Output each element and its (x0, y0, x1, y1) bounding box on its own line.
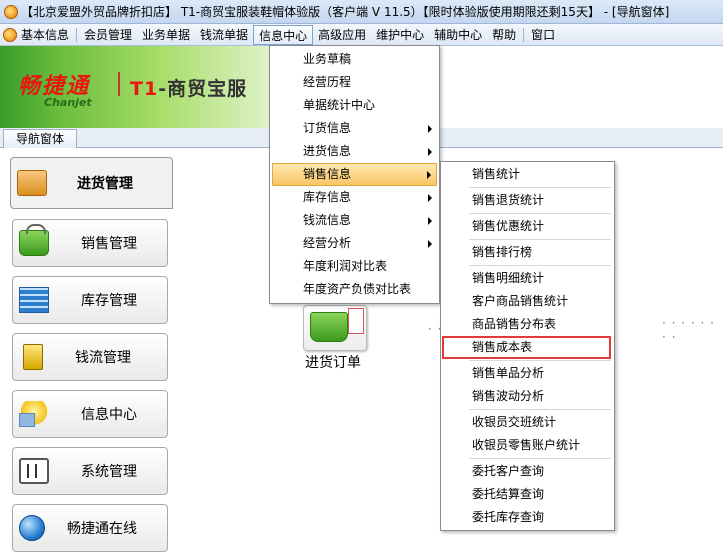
menu-separator (469, 458, 611, 459)
submenu-item-customer-product-sales[interactable]: 客户商品销售统计 (441, 290, 614, 313)
submenu-item-cashier-retail-account-stats[interactable]: 收银员零售账户统计 (441, 434, 614, 457)
cart-icon (17, 170, 47, 196)
menu-cashflow-documents[interactable]: 钱流单据 (195, 25, 253, 45)
submenu-item-sales-fluctuation-analysis[interactable]: 销售波动分析 (441, 385, 614, 408)
menu-separator (469, 265, 611, 266)
app-icon (4, 4, 18, 19)
submenu-arrow-icon (428, 240, 432, 248)
app-menu-icon (3, 27, 17, 42)
sales-info-submenu: 销售统计 销售退货统计 销售优惠统计 销售排行榜 销售明细统计 客户商品销售统计… (440, 161, 615, 531)
tab-navigation-window[interactable]: 导航窗体 (3, 129, 78, 148)
inventory-grid-icon (19, 287, 49, 313)
submenu-arrow-icon (428, 125, 432, 133)
menu-member-management[interactable]: 会员管理 (79, 25, 137, 45)
submenu-item-sales-discount-stats[interactable]: 销售优惠统计 (441, 215, 614, 238)
menu-separator (76, 27, 78, 42)
menu-item-inventory-info[interactable]: 库存信息 (270, 186, 439, 209)
menu-separator (469, 409, 611, 410)
submenu-item-sales-detail-stats[interactable]: 销售明细统计 (441, 267, 614, 290)
submenu-arrow-icon (428, 194, 432, 202)
nav-purchase-management[interactable]: 进货管理 (10, 157, 173, 209)
menu-item-purchase-info[interactable]: 进货信息 (270, 140, 439, 163)
submenu-item-consignment-inventory-query[interactable]: 委托库存查询 (441, 506, 614, 529)
globe-icon (19, 515, 45, 541)
submenu-arrow-icon (428, 148, 432, 156)
menu-window[interactable]: 窗口 (526, 25, 560, 45)
logo-divider (118, 72, 120, 96)
menu-item-operation-history[interactable]: 经营历程 (270, 71, 439, 94)
submenu-item-sales-ranking[interactable]: 销售排行榜 (441, 241, 614, 264)
chanjet-logo: 畅捷通 Chanjet (18, 68, 92, 109)
menu-separator (469, 187, 611, 188)
product-name: T1-商贸宝服 (130, 78, 248, 100)
submenu-arrow-icon (428, 217, 432, 225)
submenu-item-single-product-analysis[interactable]: 销售单品分析 (441, 362, 614, 385)
basket-icon (19, 224, 49, 256)
menu-item-business-analysis[interactable]: 经营分析 (270, 232, 439, 255)
purchase-order-shortcut[interactable] (303, 305, 367, 351)
menu-business-documents[interactable]: 业务单据 (137, 25, 195, 45)
submenu-item-consignment-customer-query[interactable]: 委托客户查询 (441, 460, 614, 483)
menu-separator (469, 239, 611, 240)
menu-maintenance[interactable]: 维护中心 (371, 25, 429, 45)
info-center-menu: 业务草稿 经营历程 单据统计中心 订货信息 进货信息 销售信息 库存信息 钱流信… (269, 45, 440, 304)
menu-separator (469, 360, 611, 361)
menu-item-document-stats-center[interactable]: 单据统计中心 (270, 94, 439, 117)
document-icon (348, 308, 364, 334)
basket-icon (310, 312, 348, 342)
submenu-item-product-sales-distribution[interactable]: 商品销售分布表 (441, 313, 614, 336)
nav-info-center[interactable]: 信息中心 (12, 390, 168, 438)
window-title-bar: 【北京爱盟外贸品牌折扣店】 T1-商贸宝服装鞋帽体验版（客户端 V 11.5）【… (0, 0, 723, 24)
nav-sales-management[interactable]: 销售管理 (12, 219, 168, 267)
nav-cashflow-management[interactable]: 钱流管理 (12, 333, 168, 381)
menu-advanced[interactable]: 高级应用 (313, 25, 371, 45)
menu-help[interactable]: 帮助 (487, 25, 521, 45)
submenu-arrow-icon (427, 171, 431, 179)
menu-item-annual-balance-comparison[interactable]: 年度资产负债对比表 (270, 278, 439, 301)
menu-item-business-drafts[interactable]: 业务草稿 (270, 48, 439, 71)
menu-separator (523, 27, 525, 42)
system-settings-icon (19, 458, 49, 484)
submenu-item-sales-cost-table[interactable]: 销售成本表 (442, 336, 611, 359)
menu-item-annual-profit-comparison[interactable]: 年度利润对比表 (270, 255, 439, 278)
nav-inventory-management[interactable]: 库存管理 (12, 276, 168, 324)
left-navigation: 进货管理 销售管理 库存管理 钱流管理 信息中心 系统管理 畅捷通在线 (10, 157, 173, 552)
flow-connector: · · · · · · · · (662, 316, 715, 344)
submenu-item-cashier-shift-stats[interactable]: 收银员交班统计 (441, 411, 614, 434)
submenu-item-consignment-settlement-query[interactable]: 委托结算查询 (441, 483, 614, 506)
purchase-order-label: 进货订单 (305, 355, 361, 371)
nav-chanjet-online[interactable]: 畅捷通在线 (12, 504, 168, 552)
menu-basic-info[interactable]: 基本信息 (0, 25, 74, 45)
cash-icon (23, 344, 43, 370)
window-title: 【北京爱盟外贸品牌折扣店】 T1-商贸宝服装鞋帽体验版（客户端 V 11.5）【… (21, 5, 670, 19)
menu-item-cashflow-info[interactable]: 钱流信息 (270, 209, 439, 232)
nav-system-management[interactable]: 系统管理 (12, 447, 168, 495)
menu-separator (469, 213, 611, 214)
menu-item-sales-info[interactable]: 销售信息 (272, 163, 437, 186)
menu-item-order-info[interactable]: 订货信息 (270, 117, 439, 140)
submenu-item-sales-returns-stats[interactable]: 销售退货统计 (441, 189, 614, 212)
submenu-item-sales-stats[interactable]: 销售统计 (441, 163, 614, 186)
menu-info-center[interactable]: 信息中心 (253, 24, 314, 45)
info-bulb-icon (19, 401, 49, 427)
menu-bar: 基本信息 会员管理 业务单据 钱流单据 信息中心 高级应用 维护中心 辅助中心 … (0, 24, 723, 46)
logo-english: Chanjet (44, 96, 92, 109)
menu-auxiliary[interactable]: 辅助中心 (429, 25, 487, 45)
